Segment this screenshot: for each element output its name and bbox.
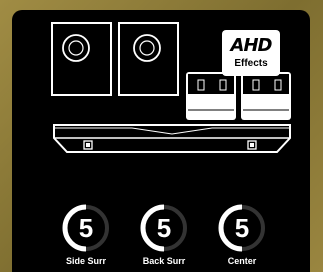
side-surround-level-value: 5 (79, 213, 93, 243)
front-left-speaker-icon[interactable] (51, 22, 112, 96)
outer-frame: AHD Effects 5 Side Surr 5 Back Surr 5 Ce… (0, 0, 323, 272)
center-level-value: 5 (235, 213, 249, 243)
ahd-logo: AHD (230, 35, 273, 56)
back-surround-level-dial: 5 (140, 204, 187, 252)
side-surround-level-knob[interactable]: 5 Side Surr (56, 202, 116, 266)
surround-left-speaker-icon[interactable] (186, 72, 236, 120)
side-surround-label: Side Surr (65, 256, 106, 266)
speaker-panel: AHD Effects 5 Side Surr 5 Back Surr 5 Ce… (12, 10, 310, 272)
back-surround-label: Back Surr (142, 256, 186, 266)
soundbar-center-icon[interactable] (53, 124, 291, 153)
front-right-speaker-icon[interactable] (118, 22, 179, 96)
center-label: Center (227, 256, 257, 266)
side-surround-level-dial: 5 (62, 204, 109, 252)
ahd-effects-badge[interactable]: AHD Effects (222, 30, 280, 76)
back-surround-level-value: 5 (157, 213, 171, 243)
center-level-dial: 5 (218, 204, 265, 252)
effects-label: Effects (234, 58, 268, 69)
center-level-knob[interactable]: 5 Center (212, 202, 272, 266)
back-surround-level-knob[interactable]: 5 Back Surr (134, 202, 194, 266)
surround-right-speaker-icon[interactable] (241, 72, 291, 120)
